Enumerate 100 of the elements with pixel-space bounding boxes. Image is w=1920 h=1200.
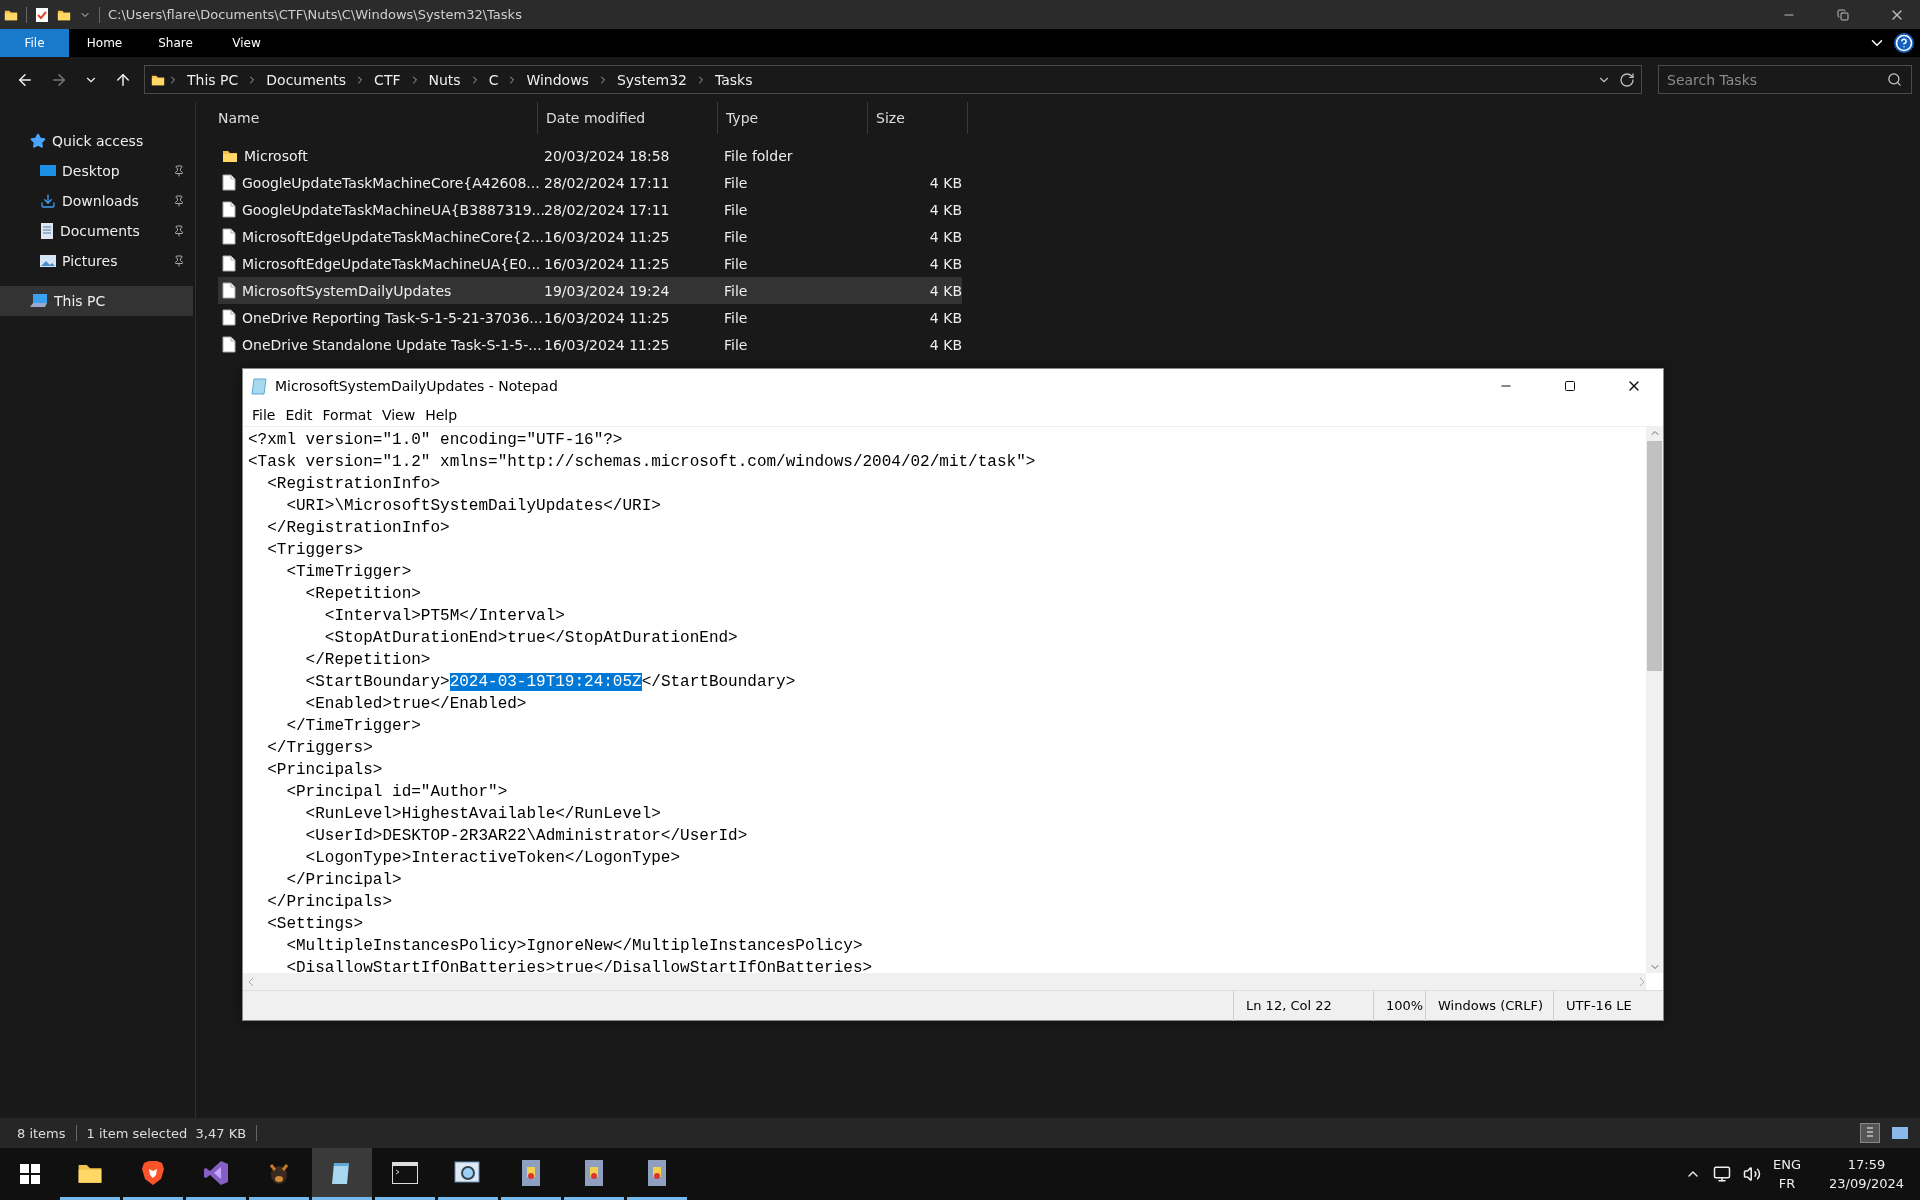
sidebar-label: This PC [54,293,107,309]
menu-item[interactable]: View [376,406,421,423]
type-cell-text: File folder [723,147,794,164]
type-cell-text: File [723,228,749,245]
sidebar-item[interactable]: Documents [0,216,193,246]
column-header[interactable]: Size [868,102,968,134]
size-cell-text: 4 KB [928,255,962,272]
archive-icon [584,1158,604,1187]
date-cell-text: 19/03/2024 19:24 [543,282,671,299]
column-header[interactable]: Date modified [538,102,718,134]
file-icon [222,201,236,218]
file-icon [222,309,236,326]
date-cell-text: 16/03/2024 11:25 [543,336,671,353]
sidebar-item[interactable]: Pictures [0,246,193,276]
type-cell-text: File [723,174,749,191]
column-header[interactable]: Type [718,102,868,134]
network-icon[interactable] [1713,1165,1732,1183]
item-count: 8 items [17,1125,66,1141]
file-row[interactable]: OneDrive Standalone Update Task-S-1-5-... 16/03/2024 11:25 File 4 KB [218,331,962,358]
file-row[interactable]: MicrosoftEdgeUpdateTaskMachineCore{2...16/03/2024 11:25 File 4 KB [218,223,962,250]
code-text: </StartBoundary> [641,673,796,691]
file-name: MicrosoftEdgeUpdateTaskMachineUA{E0... [242,255,541,272]
breadcrumb-item[interactable]: Tasks [708,71,759,88]
size-cell-text: 4 KB [928,201,962,218]
ribbon-tab[interactable]: View [211,29,282,57]
ribbon-tab[interactable]: File [0,29,69,57]
scroll-thumb[interactable] [1647,441,1662,671]
file-row[interactable]: OneDrive Reporting Task-S-1-5-21-37036...16/03/2024 11:25 File 4 KB [218,304,962,331]
menu-item[interactable]: File [247,406,281,423]
menu-item[interactable]: Edit [280,406,318,423]
code-line: <Principals> [266,760,384,781]
vertical-scrollbar[interactable] [1646,427,1663,973]
window-title: C:\Users\flare\Documents\CTF\Nuts\C\Windows\System32\Tasks [108,7,522,22]
code-line: <Principal id="Author"> [285,782,509,803]
search-icon[interactable] [1887,72,1902,87]
ribbon-tab[interactable]: Home [69,29,140,57]
breadcrumb-item[interactable]: Nuts [422,71,467,88]
breadcrumb-item[interactable]: C [482,71,505,88]
file-row[interactable]: Microsoft 20/03/2024 18:58 File folder [218,142,962,169]
file-name: MicrosoftEdgeUpdateTaskMachineCore{2... [242,228,545,245]
breadcrumb-item[interactable]: Windows [520,71,595,88]
file-icon [222,282,236,299]
file-row[interactable]: GoogleUpdateTaskMachineUA{B3887319...28/02/2024 17:11 File 4 KB [218,196,962,223]
refresh-icon[interactable] [1619,71,1635,88]
breadcrumb-item[interactable]: This PC [181,71,245,88]
selected-text: 2024-03-19T19:24:05Z [449,673,642,691]
clock-time[interactable]: 17:59 [1847,1157,1886,1172]
sidebar-item[interactable]: This PC [0,286,193,316]
language-indicator[interactable]: ENG [1773,1157,1802,1172]
clock-date[interactable]: 23/09/2024 [1829,1176,1904,1191]
window-title: MicrosoftSystemDailyUpdates - Notepad [275,378,558,394]
help-icon[interactable] [1894,33,1914,53]
download-icon [40,193,56,209]
file-icon [222,255,236,272]
code-line: </TimeTrigger> [285,716,422,737]
pictures-icon [40,254,56,268]
sidebar-label: Quick access [52,133,145,149]
code-line: <Interval>PT5M</Interval> [323,606,566,627]
search-field[interactable]: Search Tasks [1658,65,1912,94]
type-cell-text: File [723,201,749,218]
status-field: Ln 12, Col 22 [1233,990,1373,1021]
code-line: <UserId>DESKTOP-2R3AR22\Administrator</UserId> [304,826,749,847]
address-bar[interactable]: This PC Documents CTF Nuts C Windows System32 Tasks [144,65,1642,94]
code-line: </Repetition> [304,650,432,671]
sidebar-label: Downloads [62,193,140,209]
code-line: <Enabled>true</Enabled> [304,694,528,715]
code-line: <Task version="1.2" xmlns="http://schemas.microsoft.com/windows/2004/02/mit/task"> [248,452,1037,473]
date-cell-text: 16/03/2024 11:25 [543,255,671,272]
size-cell-text: 4 KB [928,309,962,326]
ribbon-tab[interactable]: Share [140,29,211,57]
breadcrumb-item[interactable]: Documents [260,71,353,88]
breadcrumb-item[interactable]: CTF [368,71,407,88]
maximize-icon[interactable] [1564,380,1576,392]
file-icon [222,336,236,353]
computer-icon [30,294,48,308]
column-header[interactable]: Name [218,102,538,134]
menu-item[interactable]: Format [317,406,377,423]
ribbon-icon [203,1159,229,1186]
sidebar-item[interactable]: Downloads [0,186,193,216]
volume-icon[interactable] [1743,1165,1762,1183]
file-row[interactable]: MicrosoftEdgeUpdateTaskMachineUA{E0... 16/03/2024 11:25 File 4 KB [218,250,962,277]
status-field: Windows (CRLF) [1425,990,1553,1021]
checklist-icon[interactable] [35,6,49,23]
menu-item[interactable]: Help [420,406,463,423]
sidebar-label: Desktop [62,163,121,179]
sidebar-item[interactable]: Desktop [0,156,193,186]
file-row[interactable]: GoogleUpdateTaskMachineCore{A42608... 28/02/2024 17:11 File 4 KB [218,169,962,196]
shield-icon [141,1159,165,1186]
code-line: <TimeTrigger> [285,562,413,583]
windows-icon[interactable] [20,1164,40,1184]
code-line: <Repetition> [304,584,422,605]
keyboard-layout[interactable]: FR [1778,1176,1796,1191]
file-name: GoogleUpdateTaskMachineUA{B3887319... [242,201,545,218]
details-view-icon[interactable] [1860,1123,1880,1143]
taskbar-app[interactable] [312,1148,372,1200]
breadcrumb-item[interactable]: System32 [610,71,693,88]
file-row[interactable]: MicrosoftSystemDailyUpdates 19/03/2024 19:24 File 4 KB [218,277,962,304]
code-line: <RunLevel>HighestAvailable</RunLevel> [304,804,662,825]
restore-icon[interactable] [1837,8,1849,21]
sidebar-item[interactable]: Quick access [0,126,193,156]
